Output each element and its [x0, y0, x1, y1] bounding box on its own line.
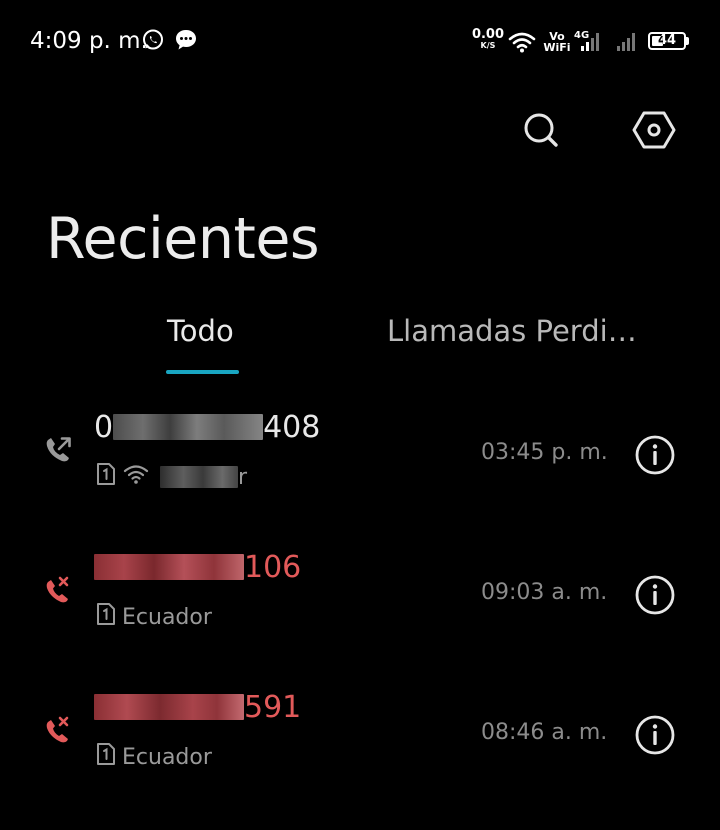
call-time: 03:45 p. m.	[481, 440, 608, 465]
call-number: 106	[94, 550, 301, 585]
status-time: 4:09 p. m.	[30, 28, 148, 54]
page-title: Recientes	[46, 206, 320, 272]
call-time: 08:46 a. m.	[481, 720, 608, 745]
signal-strength-sim2-icon	[614, 30, 640, 56]
message-bubble-icon	[174, 28, 198, 56]
missed-call-icon	[42, 714, 74, 746]
call-number-suffix: 106	[244, 550, 302, 585]
search-button[interactable]	[517, 108, 565, 156]
call-subtitle: Ecuador	[96, 742, 212, 772]
battery-percentage: 44	[657, 33, 677, 48]
redacted-digits	[94, 554, 244, 580]
sim1-icon	[96, 742, 116, 772]
call-log-row[interactable]: 591 Ecuador 08:46 a. m.	[0, 676, 720, 804]
battery-icon: 44	[648, 32, 686, 50]
network-speed-unit: K/S	[480, 41, 496, 50]
call-subtitle: r	[96, 462, 248, 492]
call-number-suffix: 408	[263, 410, 321, 445]
call-number-prefix: 0	[94, 410, 114, 445]
call-location: Ecuador	[122, 604, 212, 630]
redacted-location	[160, 466, 238, 488]
call-log-row[interactable]: 0 408 r 03:45 p. m.	[0, 396, 720, 524]
call-number: 0 408	[94, 410, 320, 445]
wifi-icon	[508, 31, 536, 57]
search-icon	[521, 110, 561, 154]
status-bar: 4:09 p. m. 0.00 K/S Vo WiFi 4G 44	[0, 0, 720, 84]
missed-call-icon	[42, 574, 74, 606]
network-speed: 0.00 K/S	[471, 28, 505, 50]
vowifi-indicator: Vo WiFi	[543, 31, 571, 53]
sim1-icon	[96, 602, 116, 632]
outgoing-call-icon	[42, 434, 74, 466]
info-icon[interactable]	[634, 714, 676, 756]
wifi-calling-icon	[122, 463, 150, 491]
active-tab-indicator	[166, 370, 239, 374]
settings-button[interactable]	[630, 108, 678, 156]
network-speed-value: 0.00	[471, 27, 505, 42]
whatsapp-icon	[141, 28, 165, 56]
redacted-digits	[94, 694, 244, 720]
vowifi-wifi: WiFi	[543, 41, 571, 54]
battery-tip	[686, 37, 689, 45]
tab-all[interactable]: Todo	[167, 314, 234, 348]
call-time: 09:03 a. m.	[481, 580, 608, 605]
call-log-row[interactable]: 106 Ecuador 09:03 a. m.	[0, 536, 720, 664]
signal-strength-icon	[578, 30, 604, 56]
tab-missed-calls[interactable]: Llamadas Perdidas	[387, 314, 652, 348]
info-icon[interactable]	[634, 574, 676, 616]
call-number-suffix: 591	[244, 690, 302, 725]
redacted-digits	[113, 414, 264, 440]
sim1-icon	[96, 462, 116, 492]
call-location: Ecuador	[122, 744, 212, 770]
call-number: 591	[94, 690, 301, 725]
settings-icon	[632, 110, 676, 154]
call-location: r	[238, 464, 248, 490]
info-icon[interactable]	[634, 434, 676, 476]
call-subtitle: Ecuador	[96, 602, 212, 632]
